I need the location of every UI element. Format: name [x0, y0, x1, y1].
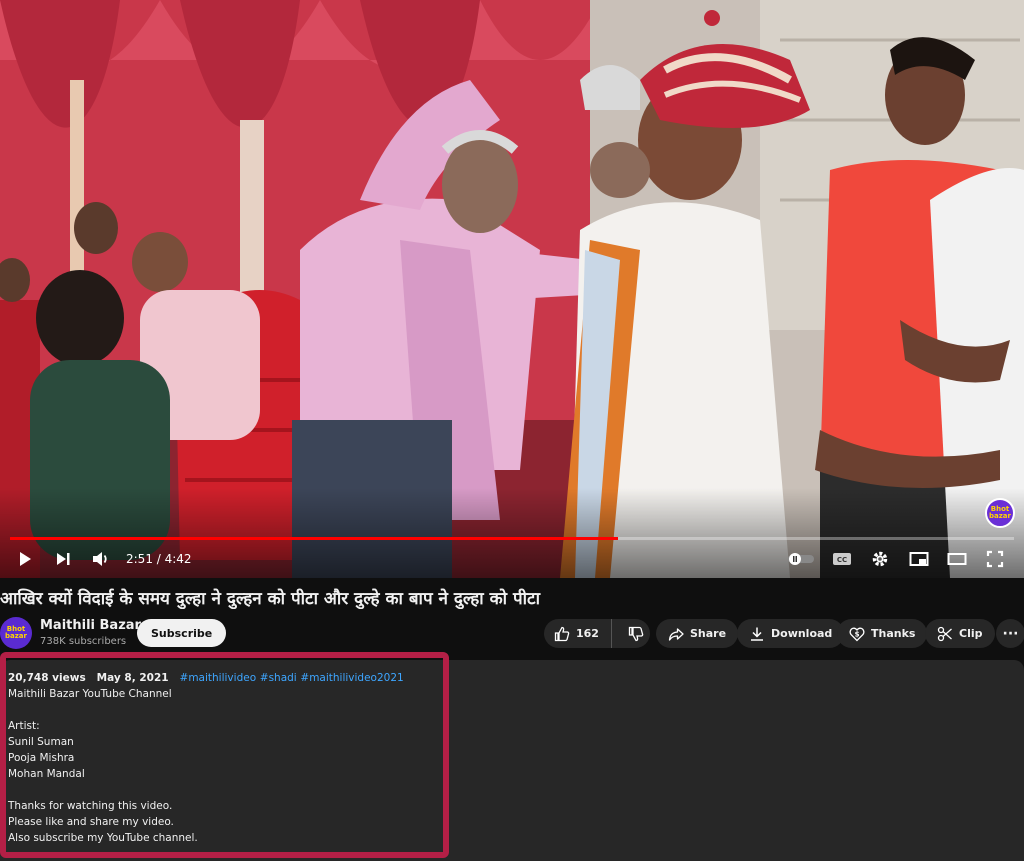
progress-played — [10, 537, 619, 540]
description-line — [8, 702, 404, 718]
download-icon — [751, 627, 763, 641]
like-count: 162 — [576, 627, 599, 640]
download-button[interactable]: Download — [737, 619, 845, 648]
play-button[interactable] — [12, 546, 38, 572]
watermark-text: Bhot bazar — [989, 505, 1011, 520]
volume-icon — [93, 552, 107, 566]
scissors-icon — [937, 626, 952, 641]
dislike-button[interactable] — [618, 619, 654, 648]
skip-next-icon — [57, 553, 70, 565]
share-button[interactable]: Share — [656, 619, 739, 648]
thanks-button[interactable]: $ Thanks — [837, 619, 928, 648]
time-display: 2:51 / 4:42 — [126, 552, 192, 566]
download-label: Download — [771, 627, 833, 640]
description-line: Pooja Mishra — [8, 752, 75, 764]
next-button[interactable] — [50, 546, 76, 572]
fullscreen-icon — [986, 550, 1004, 568]
progress-bar[interactable] — [10, 537, 1014, 540]
video-player[interactable]: Bhot bazar 2:51 / 4:42 CC — [0, 0, 1024, 578]
play-icon — [20, 552, 31, 566]
more-actions-button[interactable]: ··· — [996, 619, 1024, 648]
description-line — [8, 782, 404, 798]
svg-text:$: $ — [855, 630, 860, 638]
captions-button[interactable]: CC — [829, 546, 855, 572]
thanks-heart-icon: $ — [849, 627, 865, 641]
description-line: Sunil Suman — [8, 736, 74, 748]
hashtag[interactable]: #maithilivideo — [180, 672, 257, 684]
subscriber-count: 738K subscribers — [40, 636, 127, 647]
channel-row: Bhot bazar Maithili Bazar 738K subscribe… — [0, 615, 1024, 655]
captions-icon: CC — [833, 553, 851, 565]
autoplay-toggle[interactable] — [786, 546, 816, 572]
miniplayer-button[interactable] — [906, 546, 932, 572]
miniplayer-icon — [909, 552, 929, 566]
gear-icon — [872, 551, 888, 567]
thumbs-down-icon — [628, 626, 644, 641]
avatar-text: Bhot bazar — [5, 625, 27, 640]
subscribe-button[interactable]: Subscribe — [137, 619, 227, 647]
like-button[interactable]: 162 — [544, 619, 612, 648]
channel-name[interactable]: Maithili Bazar — [40, 618, 141, 633]
description-content: 20,748 views May 8, 2021 #maithilivideo … — [8, 670, 404, 846]
fullscreen-button[interactable] — [982, 546, 1008, 572]
share-icon — [668, 627, 684, 641]
theater-mode-icon — [947, 553, 967, 565]
description-meta: 20,748 views May 8, 2021 #maithilivideo … — [8, 670, 404, 686]
svg-text:CC: CC — [837, 556, 847, 564]
thumbs-up-icon — [554, 626, 570, 641]
video-title: आखिर क्यों विदाई के समय दुल्हा ने दुल्हन… — [0, 589, 540, 609]
description-line: Also subscribe my YouTube channel. — [8, 832, 198, 844]
thanks-label: Thanks — [871, 627, 916, 640]
player-control-bar: 2:51 / 4:42 CC — [0, 544, 1024, 574]
description-line: Artist: — [8, 720, 40, 732]
settings-button[interactable] — [867, 546, 893, 572]
upload-date: May 8, 2021 — [96, 672, 169, 684]
description-line: Maithili Bazar YouTube Channel — [8, 688, 172, 700]
clip-button[interactable]: Clip — [925, 619, 995, 648]
like-dislike-group: 162 — [544, 619, 650, 648]
volume-button[interactable] — [88, 546, 114, 572]
description-line: Thanks for watching this video. — [8, 800, 173, 812]
more-icon: ··· — [1002, 625, 1019, 642]
channel-avatar[interactable]: Bhot bazar — [0, 617, 32, 649]
view-count: 20,748 views — [8, 672, 86, 684]
share-label: Share — [690, 627, 727, 640]
hashtag[interactable]: #maithilivideo2021 — [300, 672, 403, 684]
clip-label: Clip — [959, 627, 983, 640]
autoplay-toggle-icon — [788, 553, 814, 565]
description-line: Mohan Mandal — [8, 768, 85, 780]
channel-watermark[interactable]: Bhot bazar — [985, 498, 1015, 528]
theater-mode-button[interactable] — [944, 546, 970, 572]
hashtag[interactable]: #shadi — [260, 672, 297, 684]
description-line: Please like and share my video. — [8, 816, 174, 828]
description-box[interactable]: 20,748 views May 8, 2021 #maithilivideo … — [0, 660, 1024, 861]
